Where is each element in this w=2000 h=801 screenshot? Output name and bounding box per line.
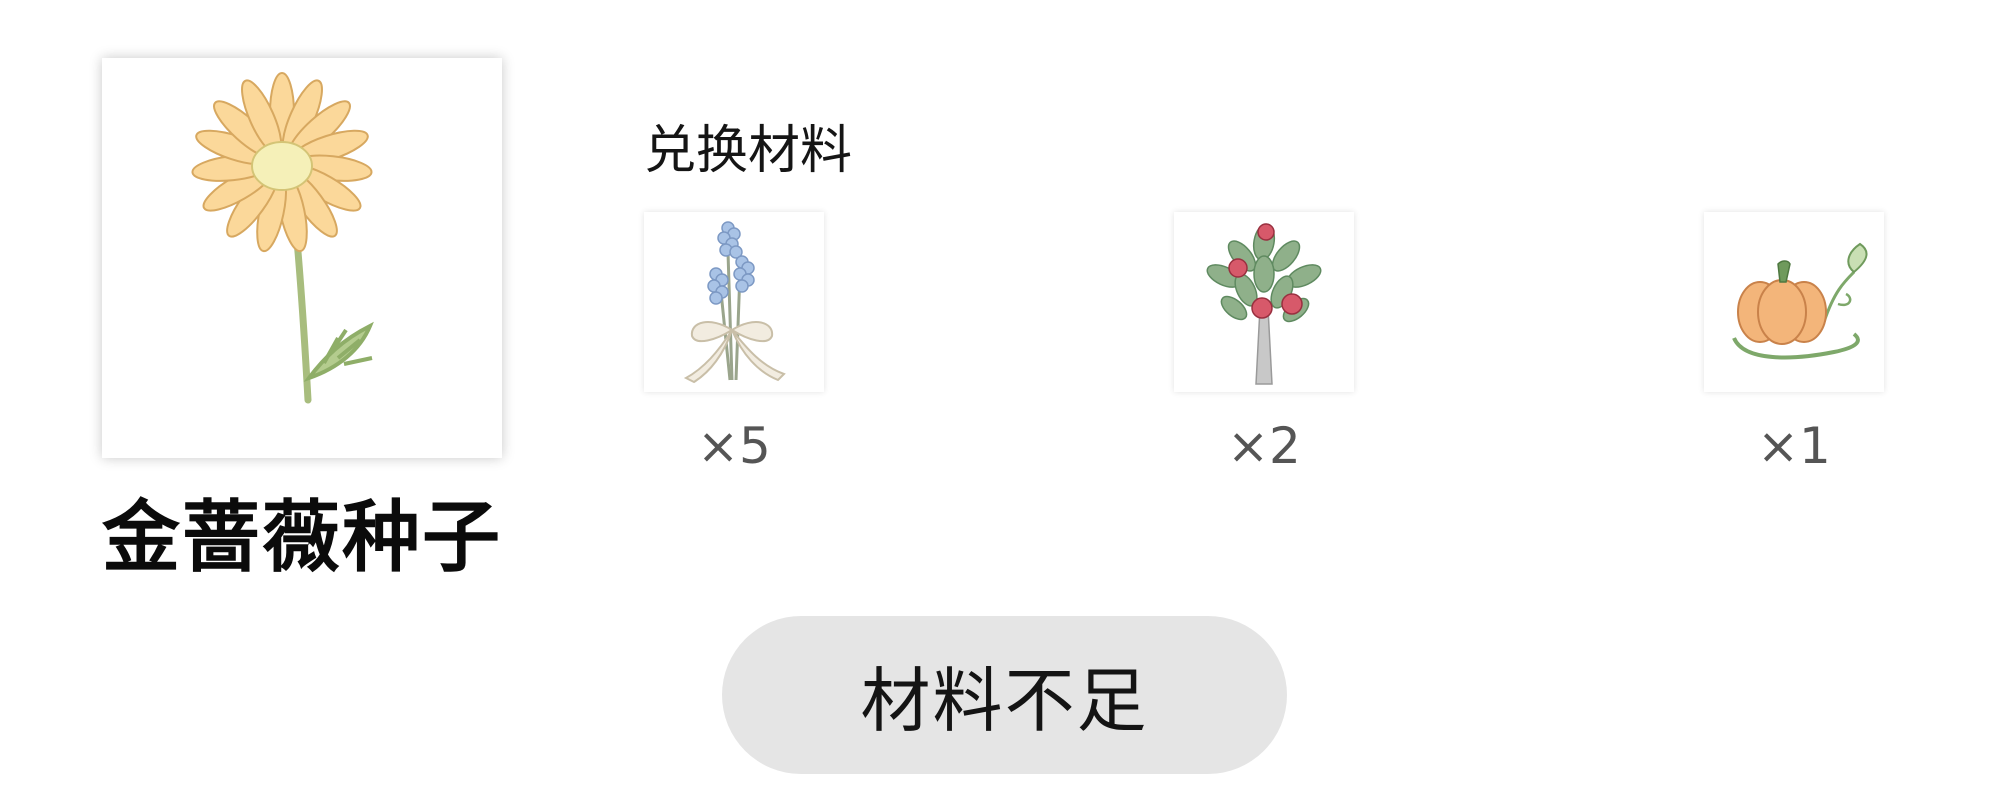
product-image-card	[102, 58, 502, 458]
pomegranate-tree-icon	[1206, 223, 1322, 385]
pumpkin-icon	[1732, 242, 1868, 360]
materials-heading: 兑换材料	[644, 121, 853, 181]
insufficient-materials-button[interactable]: 材料不足	[722, 616, 1287, 774]
daisy-flower-icon	[191, 72, 374, 404]
lavender-bouquet-icon	[683, 221, 786, 384]
material-quantity: ×5	[697, 417, 771, 475]
product-title: 金蔷薇种子	[102, 493, 503, 583]
material-item: ×1	[1704, 212, 1884, 475]
material-quantity: ×1	[1757, 417, 1831, 475]
material-item: ×2	[1174, 212, 1354, 475]
material-thumb	[1174, 212, 1354, 392]
material-thumb	[1704, 212, 1884, 392]
material-thumb	[644, 212, 824, 392]
material-item: ×5	[644, 212, 824, 475]
material-quantity: ×2	[1227, 417, 1301, 475]
